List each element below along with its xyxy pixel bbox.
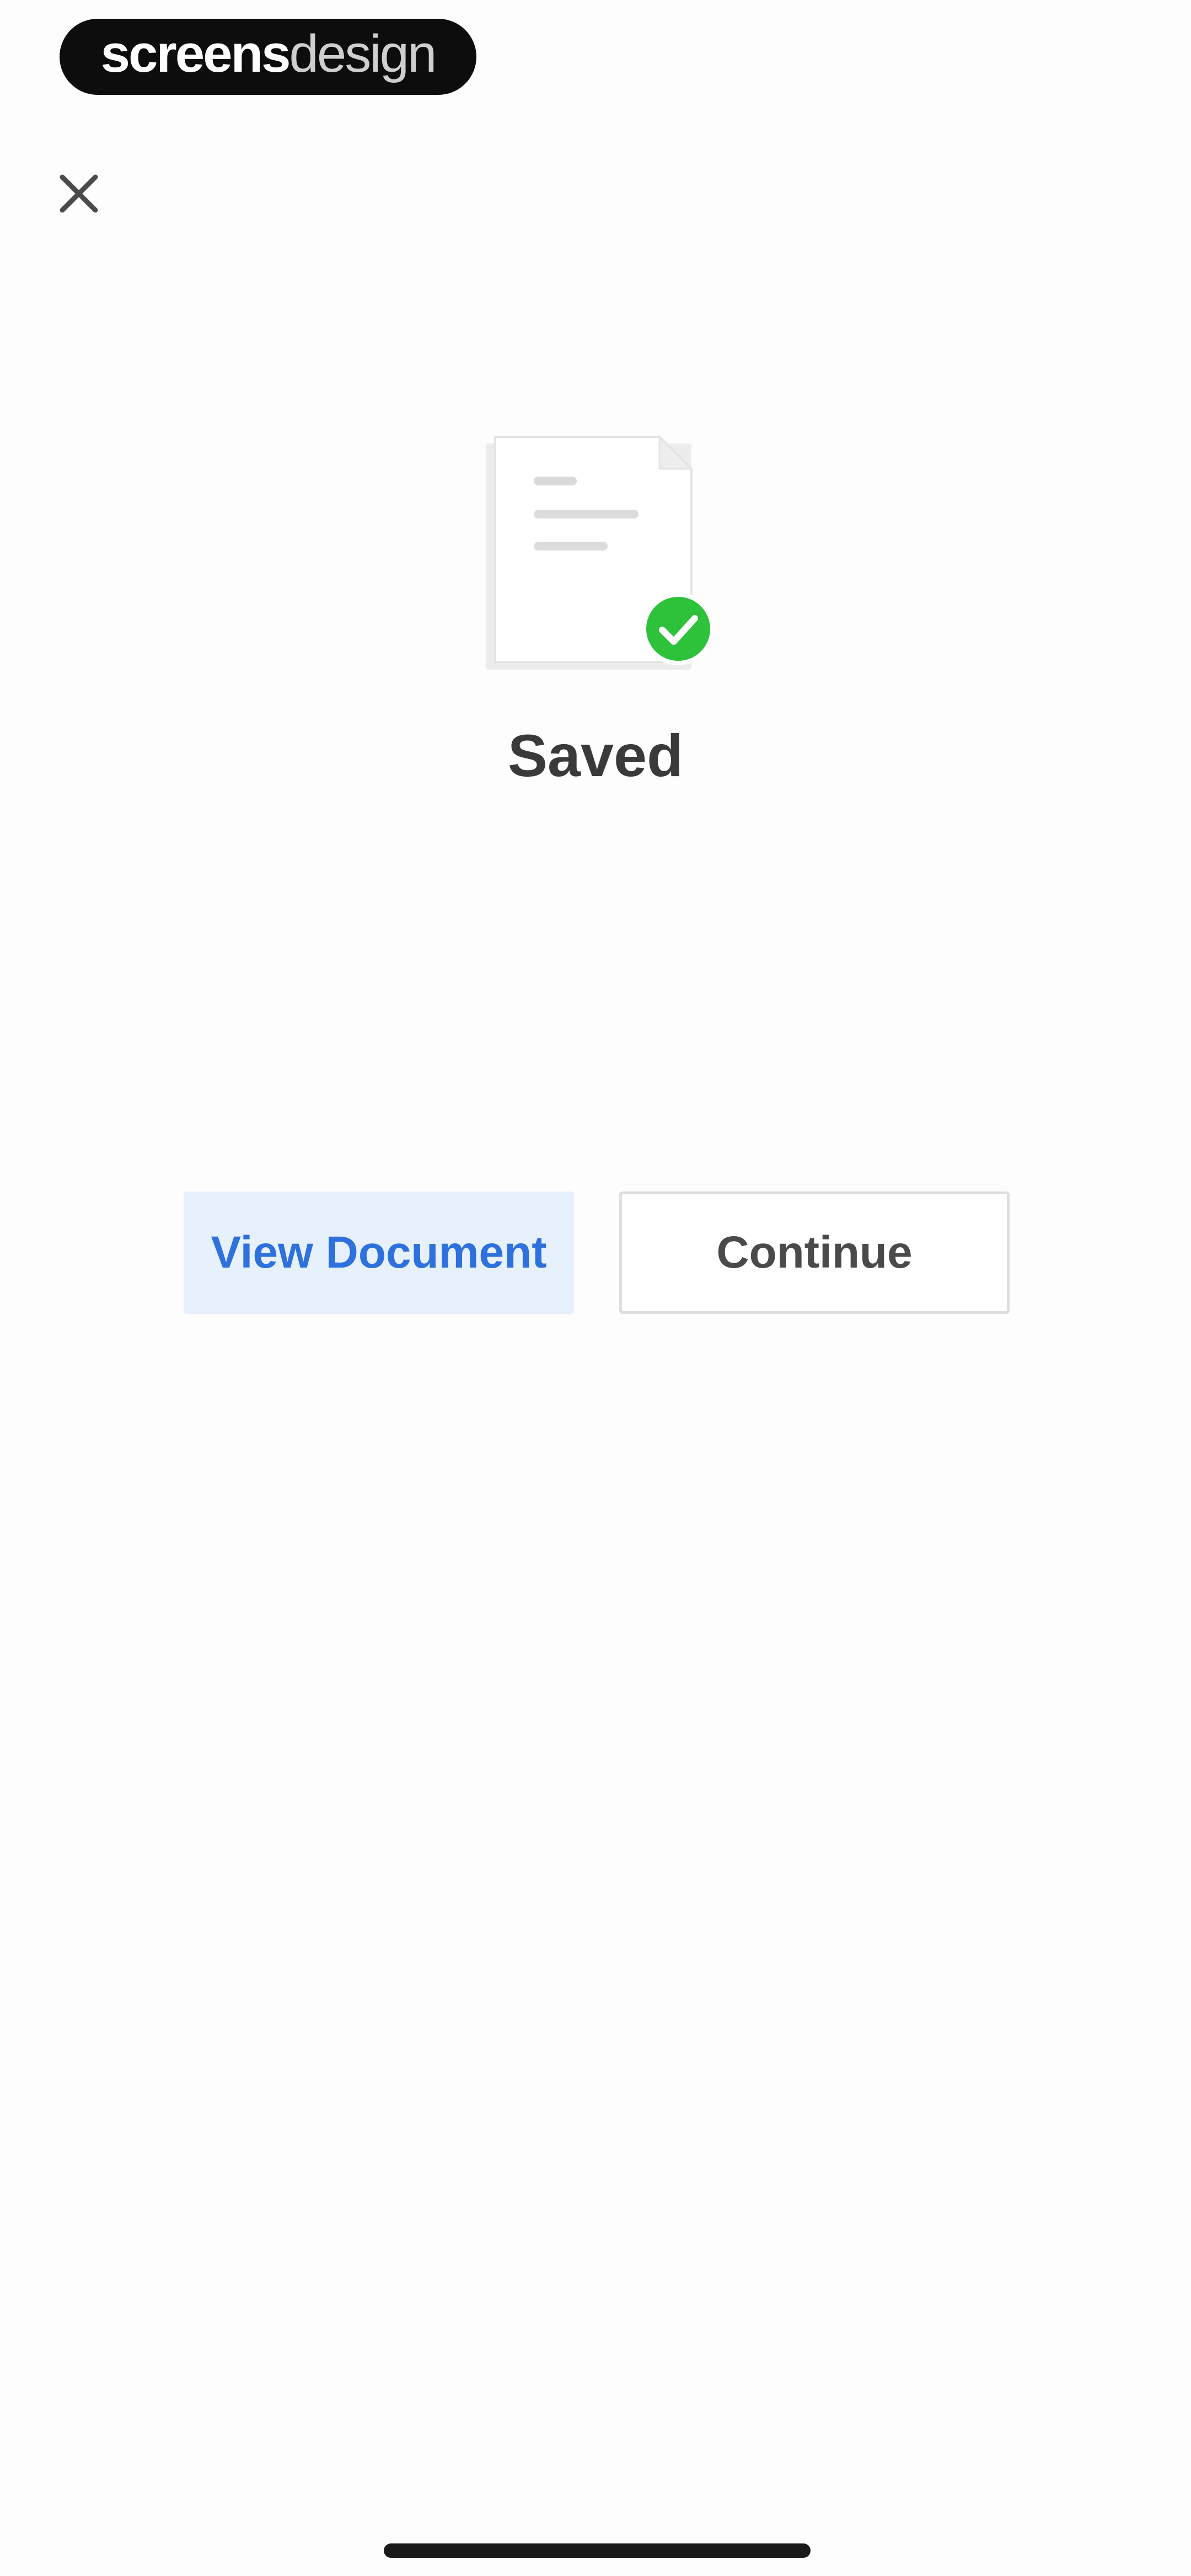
document-saved-illustration (479, 424, 721, 677)
view-document-button[interactable]: View Document (184, 1191, 574, 1314)
home-indicator[interactable] (384, 2543, 811, 2558)
screensdesign-logo: screens design (60, 19, 476, 95)
close-button[interactable] (51, 165, 107, 222)
close-icon (60, 174, 98, 213)
continue-button[interactable]: Continue (619, 1191, 1010, 1314)
document-saved-icon (486, 435, 715, 670)
saved-title: Saved (507, 722, 684, 789)
logo-text-light: design (289, 24, 437, 83)
logo-text-strong: screens (100, 24, 291, 83)
